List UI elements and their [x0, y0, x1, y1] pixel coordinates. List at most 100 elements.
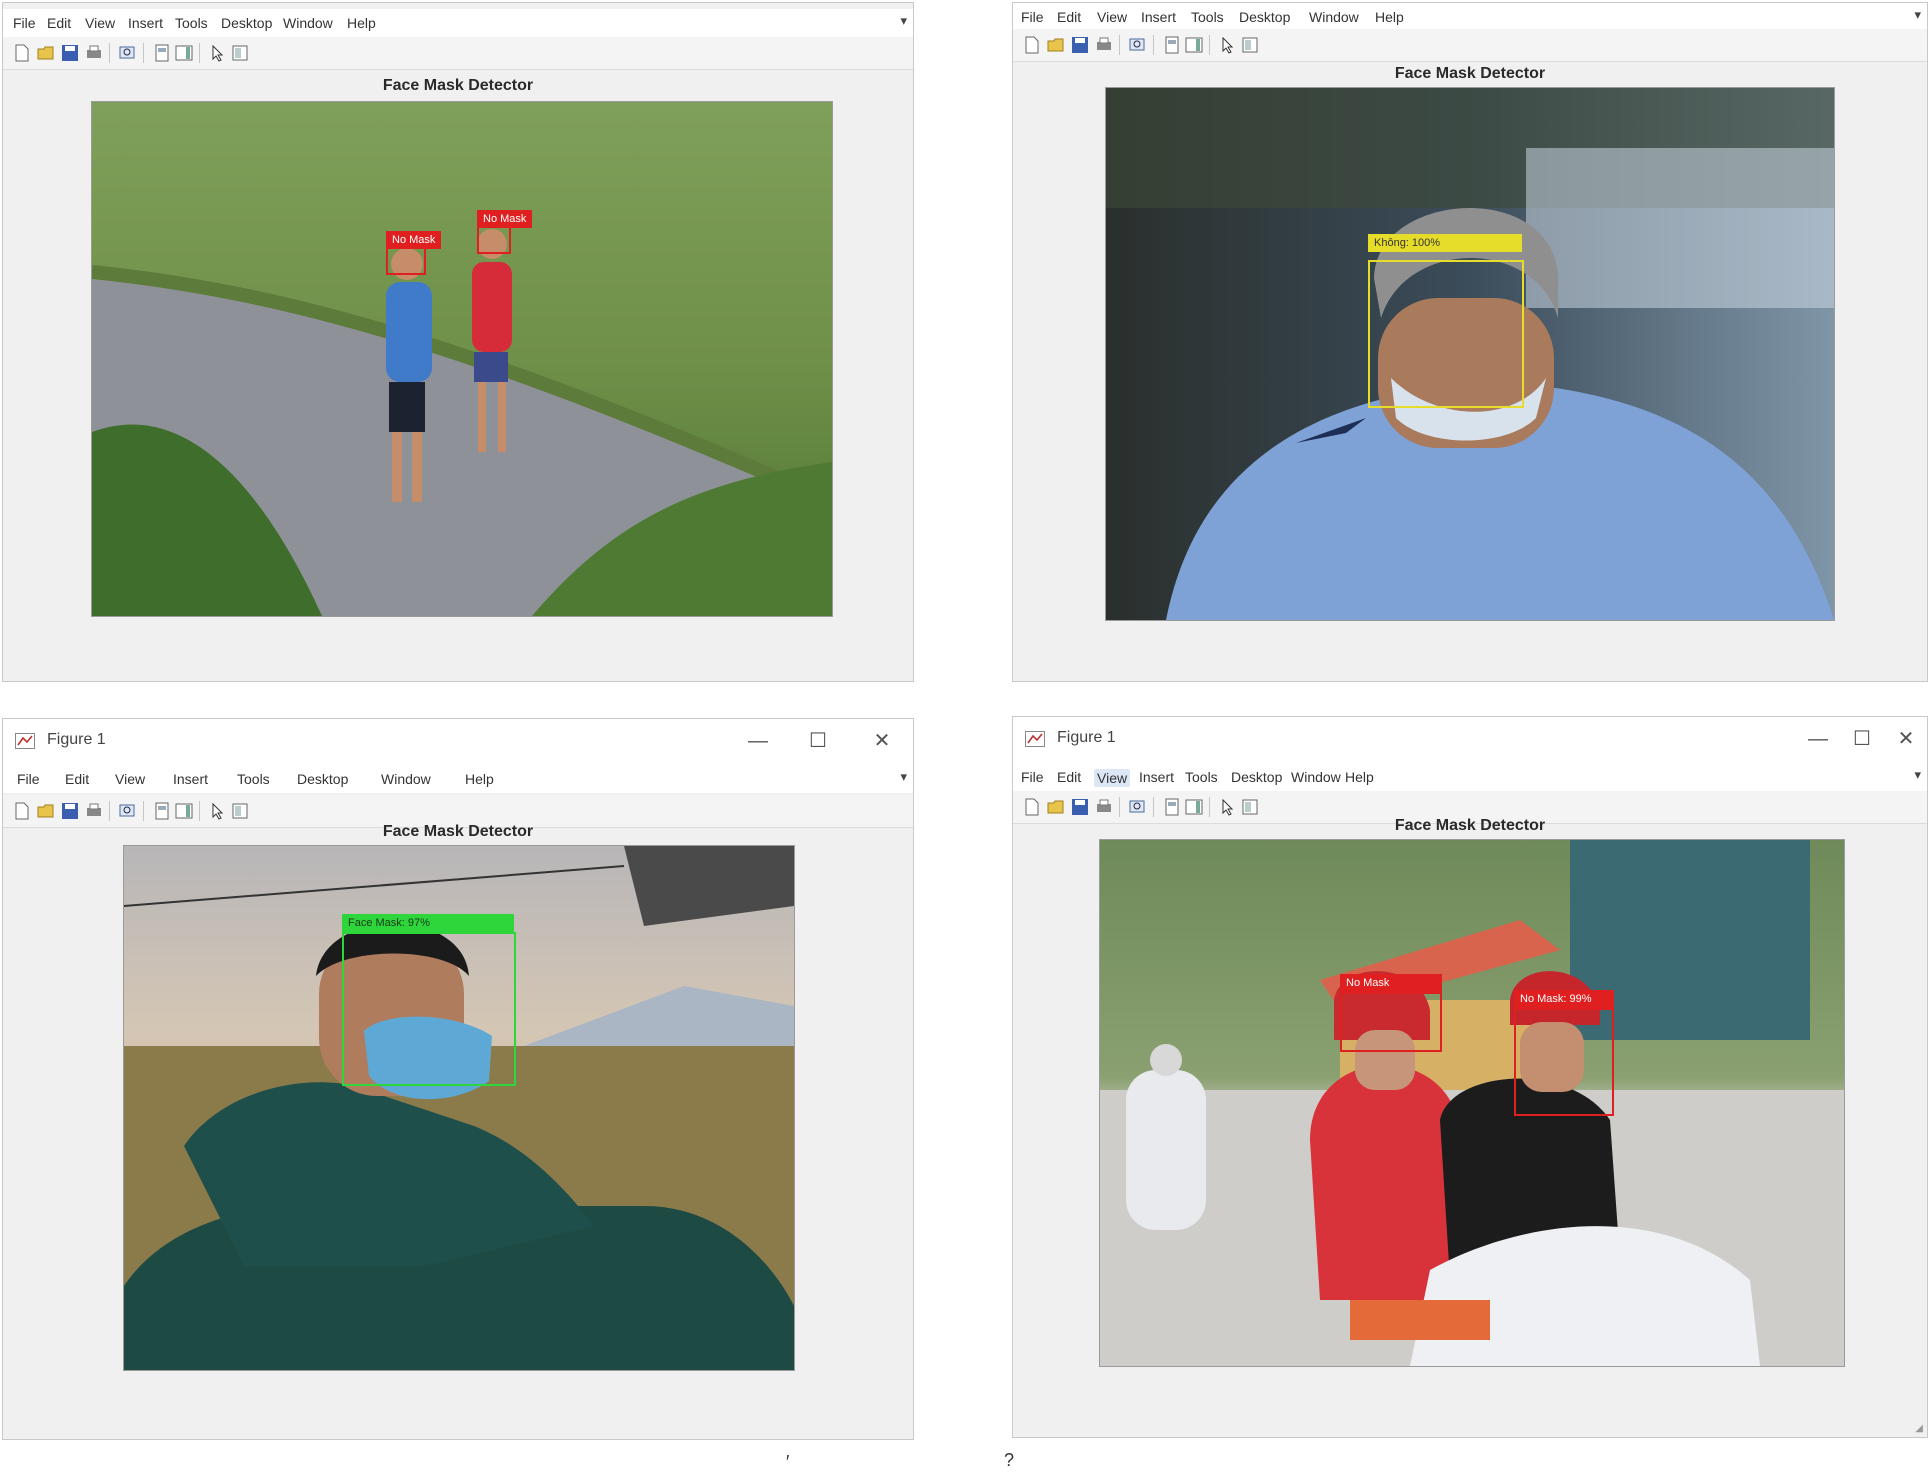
menu-window[interactable]: Window [381, 771, 431, 787]
toolbar-separator [143, 43, 144, 63]
zoom-icon[interactable] [1129, 36, 1147, 54]
plot-tools-icon[interactable] [231, 802, 249, 820]
toolbar-separator [1153, 35, 1154, 55]
menu-edit[interactable]: Edit [1057, 9, 1081, 25]
menu-insert[interactable]: Insert [173, 771, 208, 787]
detection-box-no-mask-driver [1514, 1008, 1614, 1116]
print-icon[interactable] [1095, 798, 1113, 816]
menu-help[interactable]: Help [347, 15, 376, 31]
menu-edit[interactable]: Edit [47, 15, 71, 31]
save-icon[interactable] [1071, 798, 1089, 816]
menu-insert[interactable]: Insert [128, 15, 163, 31]
toolbar-separator [1119, 797, 1120, 817]
plot-tools-icon[interactable] [1241, 798, 1259, 816]
insert-colorbar-icon[interactable] [175, 44, 193, 62]
figure-window-top-left: File Edit View Insert Tools Desktop Wind… [2, 2, 914, 682]
menu-edit[interactable]: Edit [1057, 769, 1081, 785]
menu-file[interactable]: File [1021, 9, 1044, 25]
resize-grip-icon[interactable]: ◢ [1915, 1423, 1923, 1434]
menu-tools[interactable]: Tools [1191, 9, 1224, 25]
figure-window-top-right: File Edit View Insert Tools Desktop Wind… [1012, 2, 1928, 682]
window-title: Figure 1 [47, 731, 106, 748]
menu-view[interactable]: View [115, 771, 145, 787]
print-icon[interactable] [85, 802, 103, 820]
menu-tools[interactable]: Tools [1185, 769, 1218, 785]
zoom-icon[interactable] [119, 802, 137, 820]
minimize-button[interactable]: — [1803, 725, 1833, 753]
figure-title: Face Mask Detector [382, 823, 534, 840]
menu-file[interactable]: File [17, 771, 40, 787]
new-figure-icon[interactable] [13, 802, 31, 820]
pointer-icon[interactable] [209, 44, 227, 62]
new-figure-icon[interactable] [13, 44, 31, 62]
menu-edit[interactable]: Edit [65, 771, 89, 787]
figure-title: Face Mask Detector [382, 77, 534, 94]
menu-help[interactable]: Help [465, 771, 494, 787]
caption-mark-left: ′ [786, 1452, 790, 1472]
new-figure-icon[interactable] [1023, 36, 1041, 54]
menu-window[interactable]: Window [1291, 769, 1341, 785]
close-button[interactable]: ✕ [1891, 725, 1921, 753]
menu-view[interactable]: View [1094, 769, 1131, 787]
new-figure-icon[interactable] [1023, 798, 1041, 816]
link-plot-icon[interactable] [153, 802, 171, 820]
pointer-icon[interactable] [1219, 798, 1237, 816]
link-plot-icon[interactable] [1163, 36, 1181, 54]
menu-insert[interactable]: Insert [1141, 9, 1176, 25]
menu-overflow-arrow-icon[interactable]: ▾ [900, 13, 907, 29]
menu-overflow-arrow-icon[interactable]: ▾ [1914, 767, 1921, 783]
pointer-icon[interactable] [1219, 36, 1237, 54]
figure-title: Face Mask Detector [1394, 817, 1546, 834]
menu-desktop[interactable]: Desktop [297, 771, 348, 787]
close-button[interactable]: ✕ [867, 727, 897, 755]
insert-colorbar-icon[interactable] [1185, 798, 1203, 816]
menu-desktop[interactable]: Desktop [1239, 9, 1290, 25]
menu-tools[interactable]: Tools [175, 15, 208, 31]
menu-view[interactable]: View [1097, 9, 1127, 25]
pointer-icon[interactable] [209, 802, 227, 820]
plot-tools-icon[interactable] [1241, 36, 1259, 54]
detection-label-no-mask: Không: 100% [1368, 234, 1522, 252]
save-icon[interactable] [61, 802, 79, 820]
open-file-icon[interactable] [37, 44, 55, 62]
save-icon[interactable] [61, 44, 79, 62]
detection-box-no-mask [1368, 260, 1524, 408]
maximize-button[interactable]: ☐ [803, 727, 833, 755]
menu-file[interactable]: File [13, 15, 36, 31]
image-axes: Không: 100% [1105, 87, 1835, 621]
print-icon[interactable] [85, 44, 103, 62]
menu-desktop[interactable]: Desktop [1231, 769, 1282, 785]
insert-colorbar-icon[interactable] [1185, 36, 1203, 54]
menu-insert[interactable]: Insert [1139, 769, 1174, 785]
menu-file[interactable]: File [1021, 769, 1044, 785]
insert-colorbar-icon[interactable] [175, 802, 193, 820]
menu-overflow-arrow-icon[interactable]: ▾ [1914, 7, 1921, 23]
open-file-icon[interactable] [37, 802, 55, 820]
menu-help[interactable]: Help [1345, 769, 1374, 785]
image-axes: No Mask No Mask: 99% [1099, 839, 1845, 1367]
detection-label-no-mask-right: No Mask [477, 210, 533, 228]
figure-toolbar [3, 37, 913, 70]
menu-tools[interactable]: Tools [237, 771, 270, 787]
link-plot-icon[interactable] [153, 44, 171, 62]
print-icon[interactable] [1095, 36, 1113, 54]
menu-help[interactable]: Help [1375, 9, 1404, 25]
menu-view[interactable]: View [85, 15, 115, 31]
open-file-icon[interactable] [1047, 798, 1065, 816]
zoom-icon[interactable] [1129, 798, 1147, 816]
menu-window[interactable]: Window [1309, 9, 1359, 25]
open-file-icon[interactable] [1047, 36, 1065, 54]
matlab-figure-icon [1025, 731, 1045, 747]
minimize-button[interactable]: — [743, 727, 773, 755]
menu-overflow-arrow-icon[interactable]: ▾ [900, 769, 907, 785]
link-plot-icon[interactable] [1163, 798, 1181, 816]
maximize-button[interactable]: ☐ [1847, 725, 1877, 753]
plot-tools-icon[interactable] [231, 44, 249, 62]
menu-window[interactable]: Window [283, 15, 333, 31]
menu-desktop[interactable]: Desktop [221, 15, 272, 31]
figure-window-bottom-left: Figure 1 — ☐ ✕ File Edit View Insert Too… [2, 718, 914, 1440]
detection-box-face-mask [342, 932, 516, 1086]
zoom-icon[interactable] [119, 44, 137, 62]
save-icon[interactable] [1071, 36, 1089, 54]
menu-bar: File Edit View Insert Tools Desktop Wind… [3, 765, 913, 793]
